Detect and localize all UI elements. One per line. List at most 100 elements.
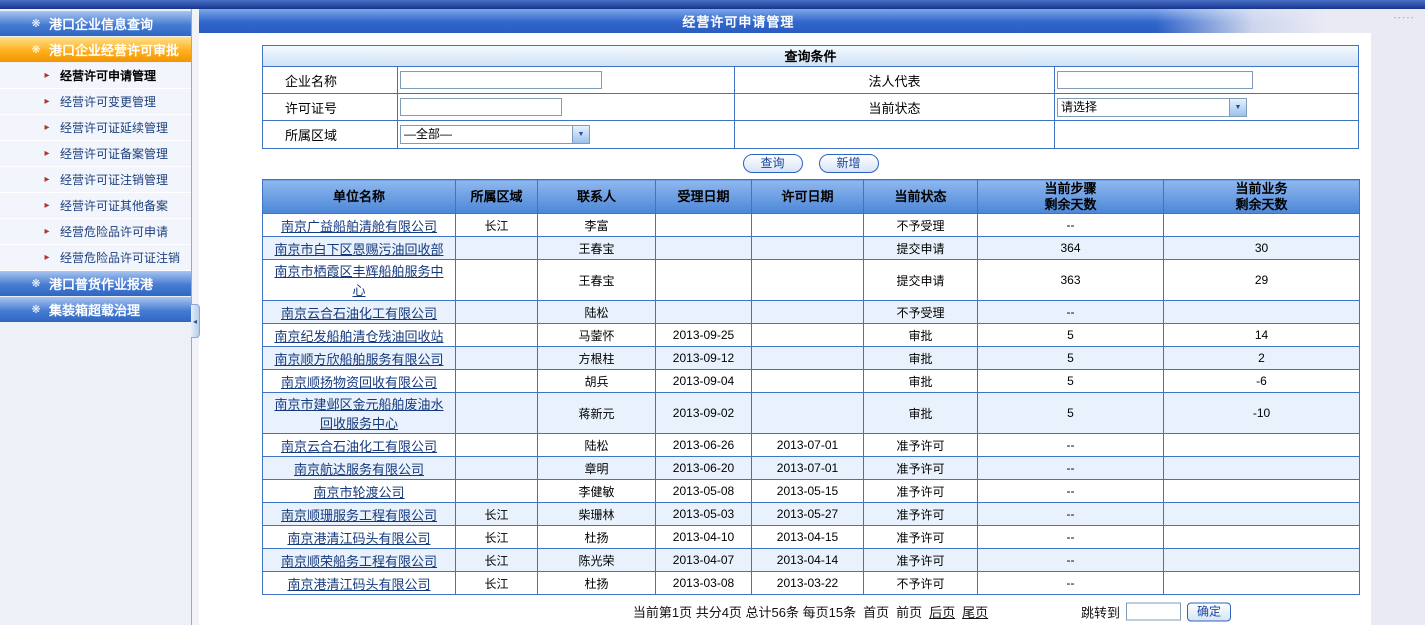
menu-bullet-icon: ❋ <box>30 277 42 290</box>
jump-confirm-button[interactable]: 确定 <box>1187 602 1231 621</box>
cell-contact: 蒋新元 <box>538 393 656 434</box>
col-header-status: 当前状态 <box>864 180 978 214</box>
license-no-label: 许可证号 <box>263 94 398 121</box>
sidebar-sub-item[interactable]: ▸ 经营许可证其他备案 <box>0 193 191 219</box>
cell-company-name: 南京市轮渡公司 <box>263 480 456 503</box>
table-row: 南京市栖霞区丰辉船舶服务中心 王春宝 提交申请 363 29 <box>263 260 1360 301</box>
company-name-link[interactable]: 南京顺荣船务工程有限公司 <box>281 554 437 569</box>
sidebar-sub-label: 经营许可证备案管理 <box>60 145 168 162</box>
legal-rep-input[interactable] <box>1057 71 1253 89</box>
company-name-link[interactable]: 南京市白下区恩赐污油回收部 <box>274 242 443 257</box>
prev-page-link[interactable]: 前页 <box>896 602 922 621</box>
cell-accept-date <box>656 214 752 237</box>
cell-step-days-remaining: 5 <box>978 324 1164 347</box>
company-name-link[interactable]: 南京顺珊服务工程有限公司 <box>281 508 437 523</box>
pagination-summary: 当前第1页 共分4页 总计56条 每页15条 <box>633 602 856 621</box>
company-name-link[interactable]: 南京市轮渡公司 <box>313 485 404 500</box>
cell-status: 审批 <box>864 324 978 347</box>
cell-status: 准予许可 <box>864 526 978 549</box>
cell-business-days-remaining <box>1164 434 1360 457</box>
sidebar-sub-item[interactable]: ▸ 经营许可证备案管理 <box>0 141 191 167</box>
col-header-accept-date: 受理日期 <box>656 180 752 214</box>
cell-business-days-remaining: 2 <box>1164 347 1360 370</box>
results-tbody: 南京广益船舶清舱有限公司 长江 李富 不予受理 -- 南京市白下区恩赐污油回收部… <box>263 214 1360 595</box>
status-select[interactable]: 请选择 ▼ <box>1057 98 1247 117</box>
empty-cell <box>735 121 1055 148</box>
cell-step-days-remaining: 364 <box>978 237 1164 260</box>
company-name-link[interactable]: 南京纪发船舶清仓残油回收站 <box>274 329 443 344</box>
cell-status: 准予许可 <box>864 549 978 572</box>
company-name-link[interactable]: 南京市栖霞区丰辉船舶服务中心 <box>274 264 443 298</box>
cell-accept-date: 2013-09-02 <box>656 393 752 434</box>
table-row: 南京纪发船舶清仓残油回收站 马蓥怀 2013-09-25 审批 5 14 <box>263 324 1360 347</box>
submenu-arrow-icon: ▸ <box>42 70 52 81</box>
company-name-link[interactable]: 南京航达服务有限公司 <box>294 462 424 477</box>
dropdown-arrow-icon: ▼ <box>572 126 589 143</box>
sidebar-group-item[interactable]: ❋ 港口企业信息查询 <box>0 11 191 36</box>
sidebar-sub-item[interactable]: ▸ 经营许可证注销管理 <box>0 167 191 193</box>
cell-license-date: 2013-05-15 <box>752 480 864 503</box>
sidebar-group-item[interactable]: ❋ 港口普货作业报港 <box>0 271 191 296</box>
company-name-link[interactable]: 南京广益船舶清舱有限公司 <box>281 219 437 234</box>
company-name-link[interactable]: 南京顺方欣船舶服务有限公司 <box>274 352 443 367</box>
cell-company-name: 南京市栖霞区丰辉船舶服务中心 <box>263 260 456 301</box>
cell-contact: 章明 <box>538 457 656 480</box>
next-page-link[interactable]: 后页 <box>929 602 955 621</box>
col-header-region: 所属区域 <box>456 180 538 214</box>
action-buttons-row: 查询 新增 <box>262 149 1359 179</box>
sidebar-sub-item[interactable]: ▸ 经营许可变更管理 <box>0 89 191 115</box>
sidebar-sub-item[interactable]: ▸ 经营危险品许可证注销 <box>0 245 191 271</box>
cell-license-date: 2013-07-01 <box>752 457 864 480</box>
cell-step-days-remaining: -- <box>978 480 1164 503</box>
sidebar-sub-item[interactable]: ▸ 经营许可证延续管理 <box>0 115 191 141</box>
cell-status: 不予许可 <box>864 572 978 595</box>
cell-accept-date: 2013-09-25 <box>656 324 752 347</box>
company-name-link[interactable]: 南京顺扬物资回收有限公司 <box>281 375 437 390</box>
company-name-link[interactable]: 南京云合石油化工有限公司 <box>281 439 437 454</box>
region-label: 所属区域 <box>263 121 398 148</box>
cell-contact: 李富 <box>538 214 656 237</box>
cell-company-name: 南京云合石油化工有限公司 <box>263 301 456 324</box>
jump-to-input[interactable] <box>1126 603 1181 621</box>
cell-region: 长江 <box>456 214 538 237</box>
cell-contact: 胡兵 <box>538 370 656 393</box>
cell-region <box>456 480 538 503</box>
company-name-link[interactable]: 南京云合石油化工有限公司 <box>281 306 437 321</box>
cell-accept-date: 2013-04-07 <box>656 549 752 572</box>
last-page-link[interactable]: 尾页 <box>962 602 988 621</box>
sidebar-sub-item[interactable]: ▸ 经营危险品许可申请 <box>0 219 191 245</box>
legal-rep-cell <box>1055 67 1358 94</box>
cell-status: 准予许可 <box>864 503 978 526</box>
cell-business-days-remaining: 29 <box>1164 260 1360 301</box>
cell-contact: 陆松 <box>538 301 656 324</box>
sidebar-group-item[interactable]: ❋ 港口企业经营许可审批 <box>0 37 191 62</box>
col-header-business-days: 当前业务 剩余天数 <box>1164 180 1360 214</box>
cell-license-date: 2013-03-22 <box>752 572 864 595</box>
first-page-link[interactable]: 首页 <box>863 602 889 621</box>
cell-status: 提交申请 <box>864 260 978 301</box>
cell-contact: 杜扬 <box>538 572 656 595</box>
cell-business-days-remaining <box>1164 572 1360 595</box>
cell-contact: 马蓥怀 <box>538 324 656 347</box>
cell-contact: 陈光荣 <box>538 549 656 572</box>
col-header-contact: 联系人 <box>538 180 656 214</box>
app-frame: ❋ 港口企业信息查询 ❋ 港口企业经营许可审批 ▸ 经营许可申请管理 ▸ 经营许… <box>0 9 1425 625</box>
screen: ❋ 港口企业信息查询 ❋ 港口企业经营许可审批 ▸ 经营许可申请管理 ▸ 经营许… <box>0 0 1425 625</box>
company-name-link[interactable]: 南京港清江码头有限公司 <box>287 531 430 546</box>
cell-business-days-remaining: -6 <box>1164 370 1360 393</box>
sidebar-sub-item[interactable]: ▸ 经营许可申请管理 <box>0 63 191 89</box>
jump-to-label: 跳转到 <box>1081 602 1120 621</box>
company-name-input[interactable] <box>400 71 602 89</box>
region-select[interactable]: —全部— ▼ <box>400 125 590 144</box>
col-header-company: 单位名称 <box>263 180 456 214</box>
right-gutter <box>1371 33 1425 625</box>
company-name-link[interactable]: 南京港清江码头有限公司 <box>287 577 430 592</box>
sidebar-collapse-handle[interactable]: ◂ <box>191 304 200 338</box>
license-no-input[interactable] <box>400 98 562 116</box>
search-button[interactable]: 查询 <box>743 154 803 173</box>
cell-company-name: 南京顺方欣船舶服务有限公司 <box>263 347 456 370</box>
add-button[interactable]: 新增 <box>819 154 879 173</box>
sidebar-group-item[interactable]: ❋ 集装箱超载治理 <box>0 297 191 322</box>
submenu-arrow-icon: ▸ <box>42 252 52 263</box>
company-name-link[interactable]: 南京市建邺区金元船舶废油水回收服务中心 <box>274 397 443 431</box>
